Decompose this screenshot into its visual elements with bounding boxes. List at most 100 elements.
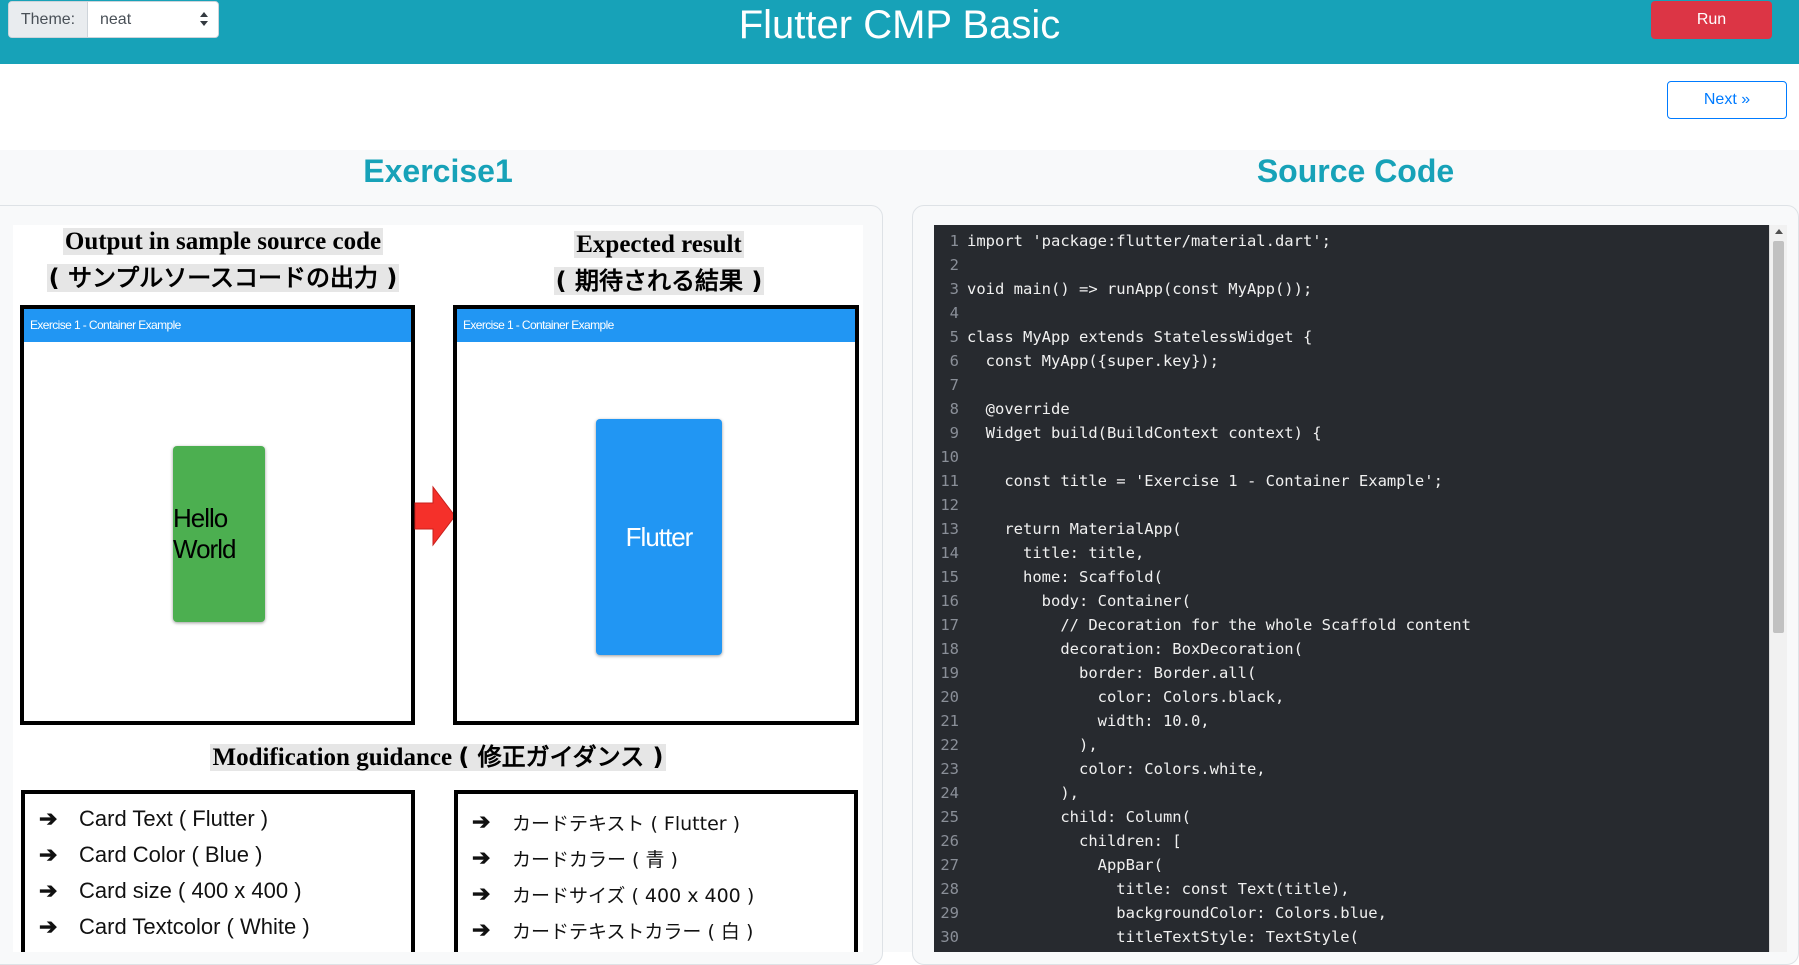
sample-card: Hello World — [173, 446, 265, 622]
right-arrow-icon — [414, 485, 456, 547]
line-number: 8 — [949, 400, 959, 418]
code-line[interactable]: 22 ), — [934, 733, 1769, 757]
code-text: home: Scaffold( — [967, 568, 1163, 586]
code-text: title: title, — [967, 544, 1145, 562]
code-line[interactable]: 16 body: Container( — [934, 589, 1769, 613]
code-line[interactable]: 6 const MyApp({super.key}); — [934, 349, 1769, 373]
scrollbar-thumb[interactable] — [1773, 241, 1784, 633]
code-line[interactable]: 19 border: Border.all( — [934, 661, 1769, 685]
theme-select[interactable]: neat — [88, 2, 218, 37]
code-line[interactable]: 12 — [934, 493, 1769, 517]
code-text: void main() => runApp(const MyApp()); — [967, 280, 1313, 298]
guidance-item-jp: ➔ カードテキスト ( Flutter ) — [472, 809, 741, 835]
sample-output-screen: Exercise 1 - Container Example Hello Wor… — [20, 305, 415, 725]
code-line[interactable]: 17 // Decoration for the whole Scaffold … — [934, 613, 1769, 637]
line-number: 27 — [940, 856, 959, 874]
code-line[interactable]: 9 Widget build(BuildContext context) { — [934, 421, 1769, 445]
code-line[interactable]: 4 — [934, 301, 1769, 325]
line-number: 13 — [940, 520, 959, 538]
code-line[interactable]: 26 children: [ — [934, 829, 1769, 853]
line-number: 26 — [940, 832, 959, 850]
code-line[interactable]: 14 title: title, — [934, 541, 1769, 565]
code-text: children: [ — [967, 832, 1182, 850]
guidance-item-en: ➔ Card Text ( Flutter ) — [39, 806, 269, 831]
line-number: 1 — [949, 232, 959, 250]
guidance-item-jp: ➔ カードテキストカラー ( 白 ) — [472, 917, 754, 943]
code-line[interactable]: 3 void main() => runApp(const MyApp()); — [934, 277, 1769, 301]
line-number: 2 — [949, 256, 959, 274]
scroll-up-icon[interactable] — [1775, 229, 1783, 234]
line-number: 14 — [940, 544, 959, 562]
code-line[interactable]: 25 child: Column( — [934, 805, 1769, 829]
line-number: 16 — [940, 592, 959, 610]
arrow-bullet-icon: ➔ — [39, 914, 58, 939]
code-text: body: Container( — [967, 592, 1191, 610]
code-line[interactable]: 5 class MyApp extends StatelessWidget { — [934, 325, 1769, 349]
code-line[interactable]: 11 const title = 'Exercise 1 - Container… — [934, 469, 1769, 493]
code-line[interactable]: 28 title: const Text(title), — [934, 877, 1769, 901]
guidance-item-en: ➔ Card Textcolor ( White ) — [39, 914, 310, 939]
code-line[interactable]: 23 color: Colors.white, — [934, 757, 1769, 781]
select-caret-icon — [200, 12, 208, 28]
line-number: 11 — [940, 472, 959, 490]
editor-scrollbar[interactable] — [1769, 225, 1787, 952]
line-number: 30 — [940, 928, 959, 946]
guidance-box-en: ➔ Card Text ( Flutter ) ➔ Card Color ( Blu… — [21, 790, 415, 952]
line-number: 23 — [940, 760, 959, 778]
expected-heading-jp: ( 期待される結果 ) — [553, 267, 765, 295]
arrow-bullet-icon: ➔ — [472, 881, 491, 906]
code-line[interactable]: 1 import 'package:flutter/material.dart'; — [934, 229, 1769, 253]
guidance-item-jp: ➔ カードカラー ( 青 ) — [472, 845, 678, 871]
code-text: title: const Text(title), — [967, 880, 1350, 898]
line-number: 7 — [949, 376, 959, 394]
line-number: 6 — [949, 352, 959, 370]
code-text: const MyApp({super.key}); — [967, 352, 1219, 370]
code-line[interactable]: 10 — [934, 445, 1769, 469]
output-heading-en: Output in sample source code — [62, 228, 384, 255]
guidance-heading: Modification guidance ( 修正ガイダンス ) — [13, 737, 863, 773]
code-line[interactable]: 2 — [934, 253, 1769, 277]
code-text: @override — [967, 400, 1070, 418]
code-text: ), — [967, 784, 1079, 802]
code-line[interactable]: 24 ), — [934, 781, 1769, 805]
code-line[interactable]: 29 backgroundColor: Colors.blue, — [934, 901, 1769, 925]
next-button[interactable]: Next » — [1667, 81, 1787, 119]
guidance-item-en: ➔ Card Color ( Blue ) — [39, 842, 263, 867]
line-number: 29 — [940, 904, 959, 922]
code-line[interactable]: 15 home: Scaffold( — [934, 565, 1769, 589]
code-text: color: Colors.white, — [967, 760, 1266, 778]
exercise-title: Exercise1 — [363, 153, 513, 189]
code-text: decoration: BoxDecoration( — [967, 640, 1303, 658]
code-line[interactable]: 27 AppBar( — [934, 853, 1769, 877]
code-line[interactable]: 21 width: 10.0, — [934, 709, 1769, 733]
expected-appbar: Exercise 1 - Container Example — [457, 309, 855, 342]
code-text: color: Colors.black, — [967, 688, 1285, 706]
source-code-title: Source Code — [1256, 153, 1455, 189]
code-line[interactable]: 18 decoration: BoxDecoration( — [934, 637, 1769, 661]
line-number: 9 — [949, 424, 959, 442]
code-line[interactable]: 30 titleTextStyle: TextStyle( — [934, 925, 1769, 949]
code-text: backgroundColor: Colors.blue, — [967, 904, 1387, 922]
code-line[interactable]: 20 color: Colors.black, — [934, 685, 1769, 709]
code-text: titleTextStyle: TextStyle( — [967, 928, 1359, 946]
code-line[interactable]: 7 — [934, 373, 1769, 397]
guidance-heading-en: Modification guidance — [212, 744, 453, 771]
code-text: border: Border.all( — [967, 664, 1257, 682]
code-text: ), — [967, 736, 1098, 754]
code-text: // Decoration for the whole Scaffold con… — [967, 616, 1471, 634]
line-number: 17 — [940, 616, 959, 634]
code-text: AppBar( — [967, 856, 1163, 874]
guidance-item-en: ➔ Card size ( 400 x 400 ) — [39, 878, 302, 903]
line-number: 20 — [940, 688, 959, 706]
line-number: 18 — [940, 640, 959, 658]
code-editor[interactable]: 1 import 'package:flutter/material.dart';… — [934, 225, 1769, 952]
line-number: 24 — [940, 784, 959, 802]
theme-select-value: neat — [100, 11, 132, 28]
code-text: return MaterialApp( — [967, 520, 1182, 538]
line-number: 28 — [940, 880, 959, 898]
arrow-bullet-icon: ➔ — [472, 809, 491, 834]
code-line[interactable]: 8 @override — [934, 397, 1769, 421]
expected-heading-en: Expected result — [574, 231, 744, 258]
code-line[interactable]: 13 return MaterialApp( — [934, 517, 1769, 541]
run-button[interactable]: Run — [1651, 1, 1772, 39]
